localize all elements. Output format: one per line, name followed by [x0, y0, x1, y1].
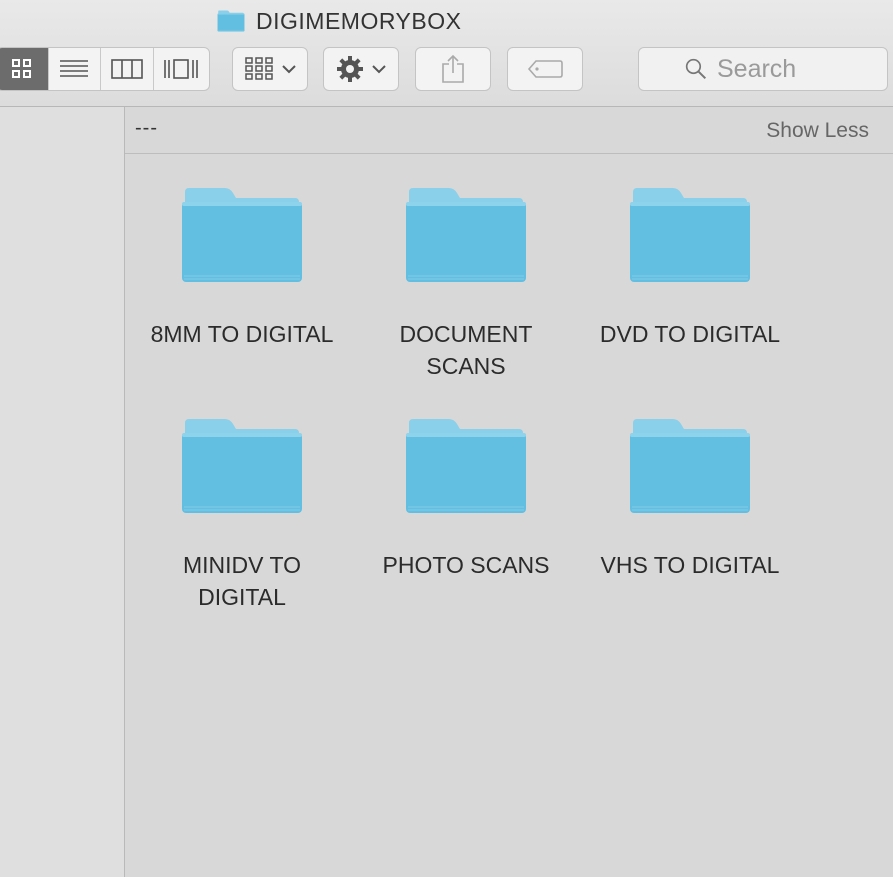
tags-button[interactable] — [507, 47, 583, 91]
show-less-button[interactable]: Show Less — [766, 119, 869, 143]
folder-icon — [629, 186, 751, 284]
search-input[interactable] — [717, 54, 887, 84]
share-button[interactable] — [415, 47, 491, 91]
list-icon — [60, 60, 89, 77]
tag-icon — [527, 60, 563, 78]
folder-label: MINIDV TO DIGITAL — [183, 552, 301, 610]
search-field[interactable] — [638, 47, 888, 91]
grid-icon — [12, 59, 32, 78]
folder-label: VHS TO DIGITAL — [600, 552, 780, 578]
folder-icon — [405, 417, 527, 515]
window-title: DIGIMEMORYBOX — [216, 6, 461, 36]
folder-label: DOCUMENT SCANS — [399, 321, 533, 379]
cover-flow-view-button[interactable] — [154, 48, 209, 90]
action-button[interactable] — [323, 47, 399, 91]
arrange-grid-icon — [245, 57, 273, 80]
chevron-down-icon — [372, 65, 386, 74]
folder-item[interactable]: DOCUMENT SCANS — [356, 186, 576, 382]
folder-label: DVD TO DIGITAL — [599, 321, 781, 347]
folder-item[interactable]: 8MM TO DIGITAL — [132, 186, 352, 350]
file-browser: --- Show Less 8MM TO DIGITAL DOCUMENT SC… — [125, 107, 893, 877]
folder-icon — [181, 186, 303, 284]
sidebar — [0, 107, 125, 877]
folder-item[interactable]: VHS TO DIGITAL — [580, 417, 800, 581]
gear-icon — [337, 56, 363, 82]
columns-icon — [110, 59, 143, 79]
folder-label: 8MM TO DIGITAL — [150, 321, 334, 347]
group-name: --- — [135, 117, 158, 139]
folder-icon — [181, 417, 303, 515]
view-mode-control — [0, 47, 210, 91]
group-header: --- Show Less — [125, 107, 893, 154]
icon-view-button[interactable] — [0, 48, 49, 90]
folder-item[interactable]: DVD TO DIGITAL — [580, 186, 800, 350]
folder-item[interactable]: MINIDV TO DIGITAL — [132, 417, 352, 613]
folder-icon — [405, 186, 527, 284]
cover-flow-icon — [164, 59, 199, 79]
column-view-button[interactable] — [101, 48, 154, 90]
folder-item[interactable]: PHOTO SCANS — [356, 417, 576, 581]
folder-icon — [216, 10, 246, 32]
arrange-button[interactable] — [232, 47, 308, 91]
toolbar: DIGIMEMORYBOX — [0, 0, 893, 107]
folder-label: PHOTO SCANS — [382, 552, 550, 578]
window-title-text: DIGIMEMORYBOX — [256, 7, 462, 34]
list-view-button[interactable] — [49, 48, 102, 90]
search-icon — [685, 58, 707, 80]
chevron-down-icon — [282, 65, 296, 74]
share-icon — [442, 54, 464, 83]
folder-icon — [629, 417, 751, 515]
